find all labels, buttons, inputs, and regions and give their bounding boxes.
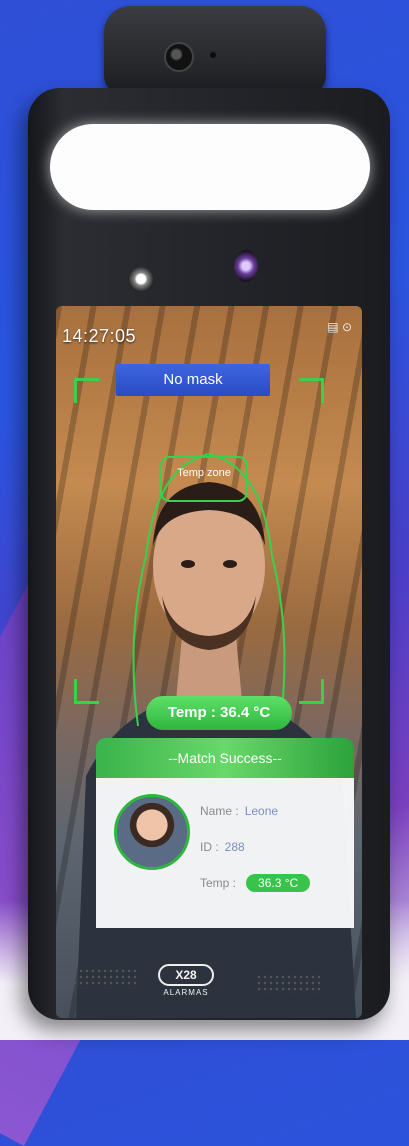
temperature-reading: Temp : 36.4 °C: [146, 696, 292, 730]
match-success-header: --Match Success--: [96, 738, 354, 778]
frame-corner: [299, 378, 324, 403]
status-icons: ▤ ⊙: [327, 320, 352, 334]
name-value: Leone: [244, 804, 279, 818]
frame-corner: [74, 679, 99, 704]
camera-lens-icon: [164, 42, 194, 72]
id-label: ID :: [200, 840, 219, 854]
light-sensor-icon: [128, 266, 154, 292]
id-row: ID : 288: [200, 840, 245, 854]
frame-corner: [299, 679, 324, 704]
logo-subtitle: ALARMAS: [163, 988, 209, 997]
match-result-card: Name : Leone ID : 288 Temp : 36.3 °C: [96, 778, 354, 928]
brand-logo: X28 ALARMAS: [158, 964, 214, 997]
temp-zone-box: Temp zone: [160, 456, 248, 502]
speaker-grill-left: [72, 968, 136, 988]
settings-icon[interactable]: ⊙: [342, 320, 352, 334]
display-screen: 14:27:05 ▤ ⊙ No mask Temp zone Temp : 36…: [56, 306, 362, 1018]
camera-module: [104, 6, 326, 94]
sd-card-icon: ▤: [327, 320, 339, 334]
speaker-grill-right: [256, 974, 320, 994]
temp-value-badge: 36.3 °C: [246, 874, 311, 892]
microphone-icon: [210, 52, 216, 58]
id-value: 288: [224, 840, 245, 854]
temp-row: Temp : 36.3 °C: [200, 874, 311, 892]
avatar: [114, 794, 190, 870]
frame-corner: [74, 378, 99, 403]
mask-status-banner: No mask: [116, 364, 270, 396]
terminal-device: 14:27:05 ▤ ⊙ No mask Temp zone Temp : 36…: [28, 88, 390, 1020]
status-time: 14:27:05: [62, 326, 137, 346]
name-row: Name : Leone: [200, 804, 278, 818]
temp-label: Temp :: [200, 876, 237, 890]
face-detection-frame: [74, 378, 324, 704]
logo-mark: X28: [158, 964, 214, 986]
infrared-sensor-icon: [234, 250, 258, 282]
led-light-strip: [50, 124, 370, 210]
name-label: Name :: [200, 804, 239, 818]
